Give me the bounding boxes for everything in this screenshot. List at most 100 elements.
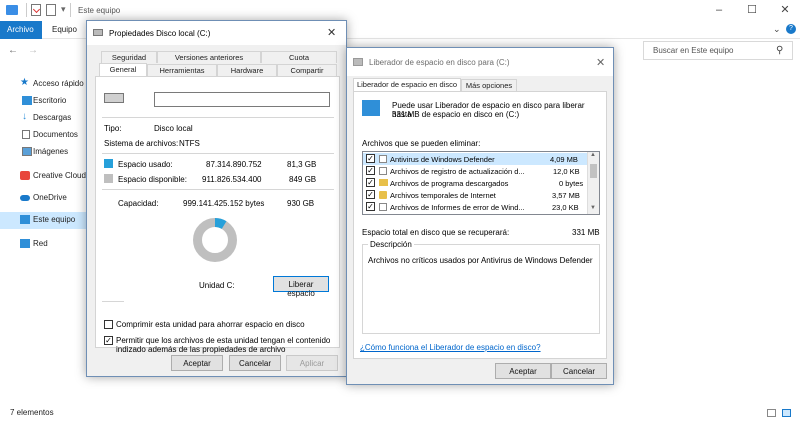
dialog-title: Propiedades Disco local (C:) [109, 29, 211, 38]
how-it-works-link[interactable]: ¿Cómo funciona el Liberador de espacio e… [360, 343, 541, 352]
tab-disk-cleanup[interactable]: Liberador de espacio en disco [353, 78, 461, 92]
search-icon[interactable]: ⚲ [776, 45, 783, 56]
large-icons-view-icon[interactable] [782, 409, 791, 417]
files-to-delete-list[interactable]: ✓ Antivirus de Windows Defender 4,09 MB … [362, 151, 600, 215]
free-space-bytes: 911.826.534.400 [202, 175, 262, 184]
download-icon: ↓ [22, 111, 27, 122]
ok-button[interactable]: Aceptar [495, 363, 551, 379]
nav-item-creative-cloud[interactable]: Creative Cloud [0, 168, 90, 185]
nav-item-desktop[interactable]: Escritorio [0, 93, 90, 110]
toolbar-divider [26, 3, 27, 17]
item-name: Archivos de programa descargados [390, 179, 509, 188]
item-checkbox[interactable]: ✓ [366, 166, 375, 175]
index-contents-label-cont: indizado además de las propiedades de ar… [116, 345, 286, 354]
network-icon [20, 239, 30, 248]
usage-donut-chart [193, 218, 237, 262]
disk-cleanup-button[interactable]: Liberar espacio [273, 276, 329, 298]
status-bar-text: 7 elementos [10, 408, 54, 417]
nav-label: Este equipo [33, 215, 76, 224]
nav-item-quick-access[interactable]: ★ Acceso rápido [0, 76, 90, 93]
properties-icon[interactable] [31, 4, 41, 16]
file-icon [379, 155, 387, 163]
compress-drive-checkbox[interactable] [104, 320, 113, 329]
close-icon[interactable]: ✕ [327, 26, 336, 39]
tab-seguridad[interactable]: Seguridad [101, 51, 157, 63]
star-icon: ★ [20, 77, 29, 88]
window-title: Este equipo [78, 6, 121, 15]
quick-access-dropdown-icon[interactable]: ▾ [61, 4, 66, 15]
cleanup-tab-panel: Puede usar Liberador de espacio en disco… [353, 91, 607, 359]
index-contents-checkbox[interactable]: ✓ [104, 336, 113, 345]
expand-ribbon-icon[interactable]: ⌄ [773, 24, 781, 35]
used-space-label: Espacio usado: [118, 160, 173, 169]
item-checkbox[interactable]: ✓ [366, 154, 375, 163]
new-folder-icon[interactable] [46, 4, 56, 16]
free-space-label: Espacio disponible: [118, 175, 187, 184]
cleanup-titlebar: Liberador de espacio en disco para (C:) … [347, 48, 613, 76]
description-text: Archivos no críticos usados por Antiviru… [368, 256, 593, 265]
scroll-down-icon[interactable]: ▼ [590, 205, 596, 211]
tab-herramientas[interactable]: Herramientas [147, 64, 217, 76]
nav-label: Documentos [33, 130, 78, 139]
file-icon [379, 167, 387, 175]
maximize-icon[interactable]: ☐ [745, 4, 759, 16]
nav-label: Creative Cloud [33, 171, 86, 180]
list-item[interactable]: ✓ Archivos temporales de Internet 3,57 M… [363, 189, 587, 201]
cancel-button[interactable]: Cancelar [551, 363, 607, 379]
scroll-up-icon[interactable]: ▲ [590, 152, 596, 158]
scroll-thumb[interactable] [590, 164, 597, 178]
nav-item-this-pc[interactable]: Este equipo [0, 212, 90, 229]
tab-compartir[interactable]: Compartir [277, 64, 337, 76]
details-view-icon[interactable] [767, 409, 776, 417]
ok-button[interactable]: Aceptar [171, 355, 223, 371]
explorer-titlebar: ▾ Este equipo – ☐ ✕ [0, 0, 800, 21]
close-icon[interactable]: ✕ [778, 4, 792, 16]
tab-equipo[interactable]: Equipo [52, 25, 77, 34]
used-space-gb: 81,3 GB [287, 160, 317, 169]
nav-item-documents[interactable]: Documentos [0, 127, 90, 144]
used-space-arc [214, 218, 227, 230]
used-space-bytes: 87.314.890.752 [206, 160, 262, 169]
close-icon[interactable]: ✕ [596, 56, 605, 69]
windows-drive-icon [362, 100, 380, 116]
capacity-label: Capacidad: [118, 199, 159, 208]
apply-button[interactable]: Aplicar [286, 355, 338, 371]
list-item[interactable]: ✓ Archivos de programa descargados 0 byt… [363, 177, 587, 189]
toolbar-divider [70, 3, 71, 17]
tab-general[interactable]: General [99, 63, 147, 77]
list-item[interactable]: ✓ Antivirus de Windows Defender 4,09 MB [363, 153, 587, 165]
tab-archivo[interactable]: Archivo [0, 21, 42, 39]
divider [102, 117, 334, 118]
nav-label: Imágenes [33, 147, 69, 156]
nav-item-onedrive[interactable]: OneDrive [0, 190, 90, 207]
help-icon[interactable]: ? [786, 24, 796, 34]
item-name: Antivirus de Windows Defender [390, 155, 495, 164]
item-size: 0 bytes [559, 179, 584, 188]
drive-properties-dialog: Propiedades Disco local (C:) ✕ Seguridad… [86, 20, 347, 377]
lock-icon [379, 191, 387, 199]
tab-versiones-anteriores[interactable]: Versiones anteriores [157, 51, 261, 63]
computer-icon [20, 215, 30, 224]
minimize-icon[interactable]: – [712, 4, 726, 16]
list-item[interactable]: ✓ Archivos de Informes de error de Wind.… [363, 201, 587, 213]
nav-item-pictures[interactable]: Imágenes [0, 144, 90, 161]
cancel-button[interactable]: Cancelar [229, 355, 281, 371]
nav-item-network[interactable]: Red [0, 236, 90, 253]
search-input[interactable]: Buscar en Este equipo [643, 41, 793, 60]
free-space-swatch [104, 174, 113, 183]
item-checkbox[interactable]: ✓ [366, 178, 375, 187]
item-checkbox[interactable]: ✓ [366, 190, 375, 199]
nav-label: OneDrive [33, 193, 67, 202]
nav-item-downloads[interactable]: ↓ Descargas [0, 110, 90, 127]
back-arrow-icon[interactable]: ← [8, 45, 18, 56]
list-item[interactable]: ✓ Archivos de registro de actualización … [363, 165, 587, 177]
tab-more-options[interactable]: Más opciones [461, 79, 517, 91]
capacity-bytes: 999.141.425.152 bytes [183, 199, 265, 208]
tab-cuota[interactable]: Cuota [261, 51, 337, 63]
folder-icon [379, 179, 388, 186]
item-checkbox[interactable]: ✓ [366, 202, 375, 211]
drive-name-input[interactable] [154, 92, 330, 107]
forward-arrow-icon[interactable]: → [28, 45, 38, 56]
tab-hardware[interactable]: Hardware [217, 64, 277, 76]
list-scrollbar[interactable]: ▲ ▼ [587, 152, 599, 214]
